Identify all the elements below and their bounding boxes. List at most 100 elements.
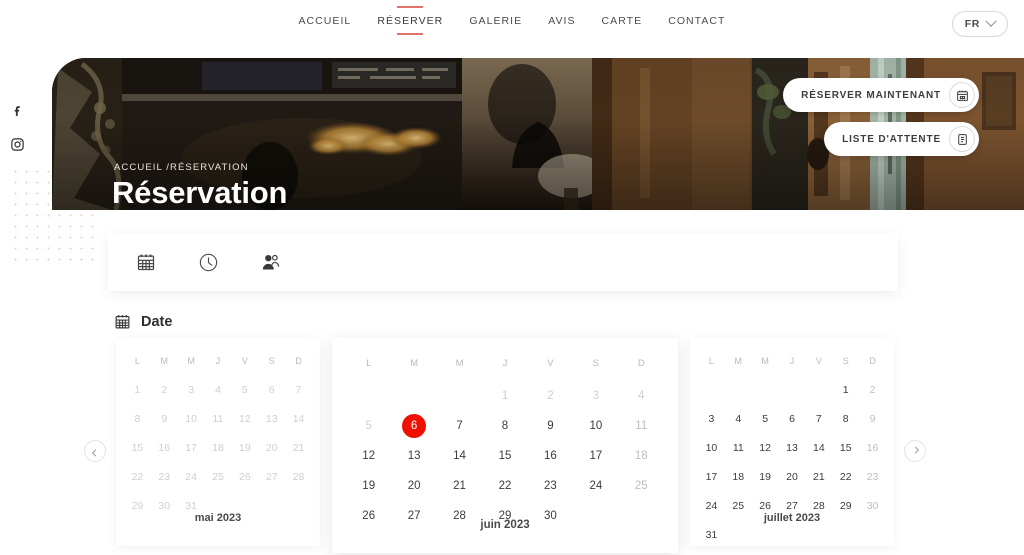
tab-guests[interactable]: [254, 246, 286, 278]
reserve-now-button[interactable]: RÉSERVER MAINTENANT: [783, 78, 979, 112]
calendar-day: 1: [124, 375, 151, 404]
calendar-day[interactable]: 4: [725, 404, 752, 433]
calendar-day[interactable]: 18: [725, 462, 752, 491]
calendar-day[interactable]: 12: [752, 433, 779, 462]
prev-month-button[interactable]: [84, 440, 106, 462]
calendar-month: L M M J V S D 1 2 3 4 5 6 7 8 9 10 11 12 13 14 15 16 17 18 19 20 21…: [690, 338, 894, 546]
calendar-day: 24: [178, 462, 205, 491]
calendar-day[interactable]: 13: [779, 433, 806, 462]
calendar-day[interactable]: 24: [573, 471, 618, 501]
waiting-list-label: LISTE D'ATTENTE: [842, 133, 941, 145]
date-section-heading: Date: [114, 313, 172, 330]
calendar-day[interactable]: 17: [698, 462, 725, 491]
calendar-day[interactable]: 7: [805, 404, 832, 433]
calendar-day-number: 6: [402, 414, 427, 438]
day-of-week-header: D: [637, 358, 645, 369]
calendar-day[interactable]: 21: [805, 462, 832, 491]
calendar-day[interactable]: 7: [437, 411, 482, 441]
day-of-week-header: V: [547, 358, 554, 369]
calendar-day-number: 3: [188, 383, 195, 396]
calendar-day[interactable]: 22: [832, 462, 859, 491]
calendar-day: 10: [178, 404, 205, 433]
calendar-day: 16: [859, 433, 886, 462]
calendar-month-label: mai 2023: [194, 512, 242, 524]
hero-actions: RÉSERVER MAINTENANT LISTE D'ATTENTE: [783, 78, 979, 156]
calendar-day-number: 8: [842, 412, 849, 425]
calendar-grid: L M M J V S D 1 2 3 4 5 6 7 8 9 10 11 12 13 14 15 16 17 18 19 20 21…: [116, 350, 320, 520]
calendar-day-number: 14: [292, 412, 305, 425]
calendar-day-number: 22: [839, 470, 852, 483]
facebook-icon[interactable]: [7, 100, 27, 120]
tab-date[interactable]: [130, 246, 162, 278]
main-nav: ACCUEIL RÉSERVER GALERIE AVIS CARTE CONTACT: [0, 15, 1024, 30]
calendar-day-number: 17: [589, 450, 603, 462]
next-month-button[interactable]: [904, 440, 926, 462]
calendar-day-number: 9: [869, 412, 876, 425]
nav-item-carte[interactable]: CARTE: [602, 15, 643, 30]
day-of-week-header: S: [268, 356, 275, 366]
calendar-day-number: 17: [705, 470, 718, 483]
calendar-day-number: 2: [161, 383, 168, 396]
nav-item-avis[interactable]: AVIS: [548, 15, 575, 30]
calendar-day[interactable]: 14: [805, 433, 832, 462]
calendar-day-number: 16: [158, 441, 171, 454]
nav-item-contact[interactable]: CONTACT: [668, 15, 725, 30]
calendar-empty-cell: [752, 375, 779, 404]
calendar-day[interactable]: 8: [832, 404, 859, 433]
calendar-day[interactable]: 22: [482, 471, 527, 501]
calendar-day-number: 4: [735, 412, 742, 425]
calendar-day: 19: [231, 433, 258, 462]
language-selector[interactable]: FR: [951, 11, 1008, 37]
calendar-grid: L M M J V S D 1 2 3 4 5 6 7 8 9 10 11 12 13 14 15 16 17 18 19 20 21…: [332, 350, 678, 531]
nav-item-accueil[interactable]: ACCUEIL: [298, 15, 351, 30]
tab-time[interactable]: [192, 246, 224, 278]
calendar-month-label: juin 2023: [480, 519, 530, 531]
day-of-week-header: J: [502, 358, 508, 369]
day-of-week-header: J: [215, 356, 221, 366]
calendar-day[interactable]: 1: [832, 375, 859, 404]
calendar-day[interactable]: 6: [779, 404, 806, 433]
calendar-day[interactable]: 23: [528, 471, 573, 501]
calendar-day[interactable]: 10: [698, 433, 725, 462]
calendar-day[interactable]: 8: [482, 411, 527, 441]
booking-step-tabs: [108, 233, 898, 291]
calendar-day-number: 31: [705, 528, 718, 541]
calendar-day[interactable]: 13: [391, 441, 436, 471]
calendar-day[interactable]: 10: [573, 411, 618, 441]
calendar-month: L M M J V S D 1 2 3 4 5 6 7 8 9 10 11 12 13 14 15 16 17 18 19 20 21…: [332, 338, 678, 553]
calendar-day[interactable]: 16: [528, 441, 573, 471]
calendar-day[interactable]: 20: [391, 471, 436, 501]
calendar-day[interactable]: 12: [346, 441, 391, 471]
calendar-day[interactable]: 15: [832, 433, 859, 462]
calendar-day: 13: [258, 404, 285, 433]
calendar-day-number: 4: [215, 383, 221, 396]
calendar-day[interactable]: 3: [698, 404, 725, 433]
nav-item-galerie[interactable]: GALERIE: [469, 15, 522, 30]
calendar-day-selected[interactable]: 6: [391, 411, 436, 441]
calendar-day[interactable]: 21: [437, 471, 482, 501]
calendar-day[interactable]: 14: [437, 441, 482, 471]
calendar-day-number: 7: [815, 412, 822, 425]
calendar-day[interactable]: 15: [482, 441, 527, 471]
calendar-day[interactable]: 31: [698, 520, 725, 549]
calendar-day-number: 20: [786, 470, 798, 483]
calendar-day: 3: [573, 381, 618, 411]
calendar-day: 2: [859, 375, 886, 404]
calendar-day-number: 26: [239, 470, 251, 483]
calendar-day[interactable]: 5: [752, 404, 779, 433]
calendar-day: 6: [258, 375, 285, 404]
calendar-day[interactable]: 20: [779, 462, 806, 491]
nav-item-rserver[interactable]: RÉSERVER: [377, 15, 443, 30]
waiting-list-button[interactable]: LISTE D'ATTENTE: [824, 122, 979, 156]
calendar-day[interactable]: 9: [528, 411, 573, 441]
calendar-day[interactable]: 11: [725, 433, 752, 462]
calendar-empty-cell: [698, 375, 725, 404]
instagram-icon[interactable]: [7, 134, 27, 154]
calendar-day[interactable]: 19: [752, 462, 779, 491]
calendar-day: 8: [124, 404, 151, 433]
calendar-day[interactable]: 17: [573, 441, 618, 471]
calendar-day: 4: [619, 381, 664, 411]
calendar-day-number: 6: [789, 412, 795, 425]
calendar-day-number: 11: [635, 420, 648, 432]
calendar-day[interactable]: 19: [346, 471, 391, 501]
